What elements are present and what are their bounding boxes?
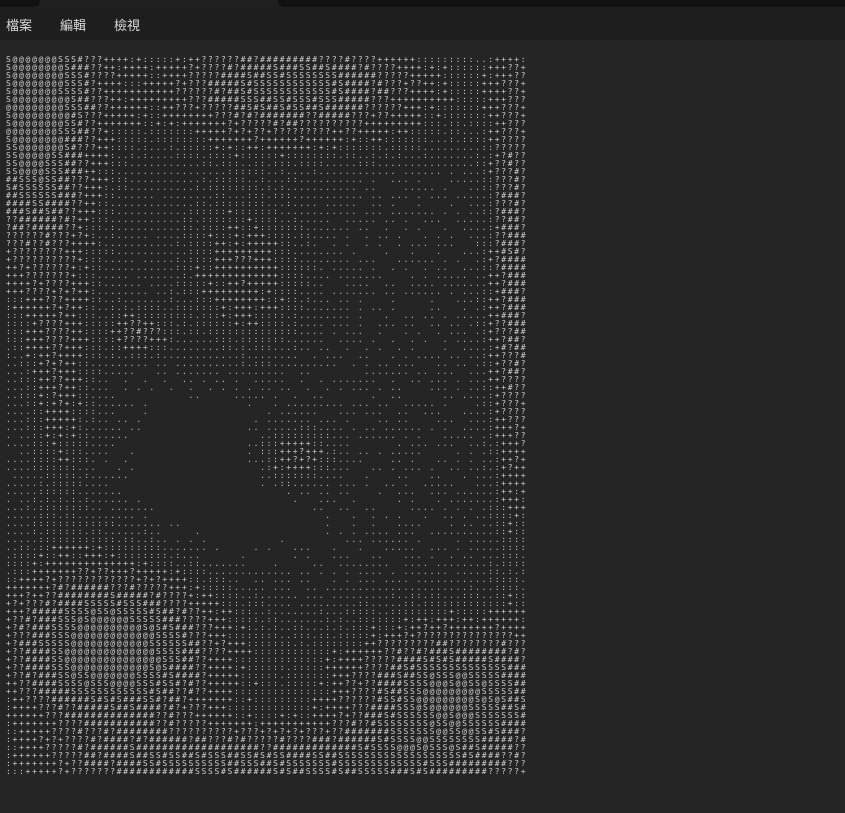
ascii-art-text: S@@@@@@@SSS#???++++:+:::::+:++??????##?#…: [6, 56, 528, 776]
menu-bar: 檔案 編輯 檢視: [0, 8, 845, 40]
menu-view[interactable]: 檢視: [108, 15, 146, 34]
menu-file[interactable]: 檔案: [0, 15, 38, 34]
tab-strip-left: [0, 0, 40, 7]
title-bar: [0, 0, 845, 8]
tab-strip-right: [278, 0, 845, 7]
ascii-art-canvas: S@@@@@@@SSS#???++++:+:::::+:++??????##?#…: [6, 56, 806, 778]
app-window: 檔案 編輯 檢視 S@@@@@@@SSS#???++++:+:::::+:++?…: [0, 0, 845, 813]
menu-edit[interactable]: 編輯: [54, 15, 92, 34]
